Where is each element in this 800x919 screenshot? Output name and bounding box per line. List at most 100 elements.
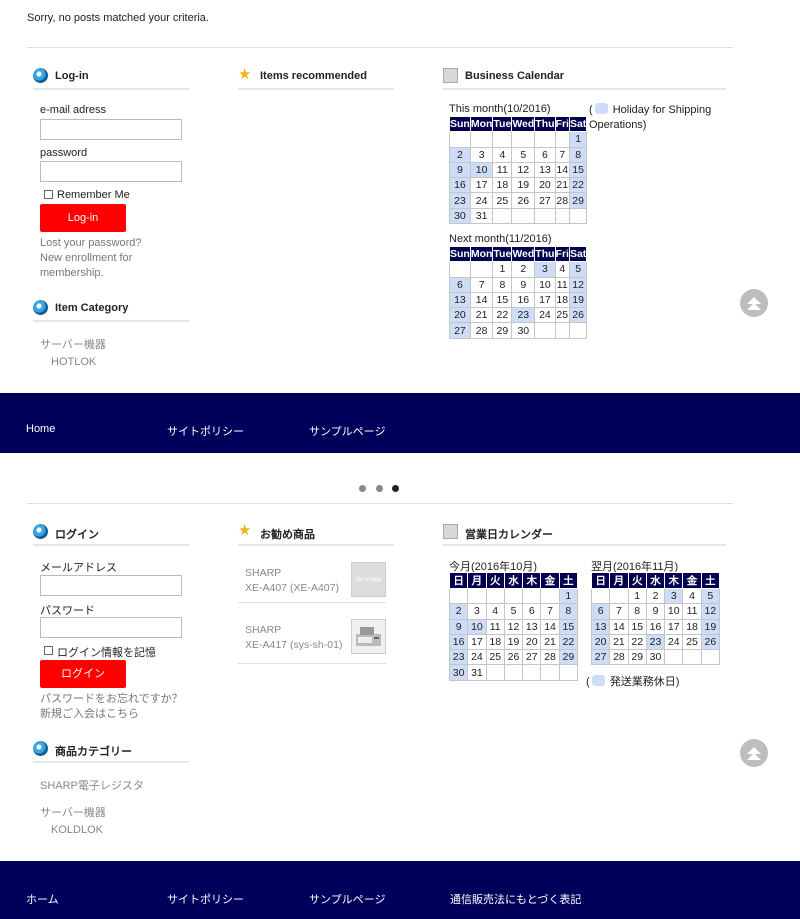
calendar-day: 12	[503, 618, 524, 635]
next-month-caption: Next month(11/2016)	[449, 233, 552, 245]
calendar-day: 27	[522, 649, 542, 666]
calendar-day: 21	[609, 633, 629, 651]
calendar-day: 17	[469, 177, 494, 194]
recommended-item[interactable]: SHARP XE-A407 (XE-A407) No Image	[238, 560, 386, 603]
calendar-day: 2	[448, 603, 469, 620]
footer-link-policy[interactable]: サイトポリシー	[167, 423, 244, 439]
footer-link-legal[interactable]: 通信販売法にもとづく表記	[450, 891, 581, 907]
weekday-header: 木	[522, 572, 542, 589]
email-field[interactable]	[40, 119, 182, 140]
calendar-day: 29	[558, 649, 579, 666]
calendar-empty-cell	[522, 587, 542, 605]
weekday-header: Fri	[554, 245, 570, 263]
calendar-empty-cell	[467, 587, 487, 605]
new-enrollment-link[interactable]: 新規ご入会はこちら	[40, 707, 139, 722]
category-link[interactable]: サーバー機器	[40, 804, 106, 820]
calendar-day: 19	[503, 633, 524, 651]
calendar-day: 1	[558, 587, 579, 605]
business-calendar-title: 営業日カレンダー	[443, 524, 726, 546]
calendar-empty-cell	[448, 587, 469, 605]
footer-link-sample[interactable]: サンプルページ	[309, 891, 385, 907]
calendar-day: 22	[558, 633, 579, 651]
calendar-day: 15	[492, 291, 513, 309]
footer-link-policy[interactable]: サイトポリシー	[167, 891, 244, 907]
calendar-day: 25	[554, 307, 570, 324]
remember-me-checkbox[interactable]	[44, 646, 53, 655]
calendar-day: 21	[554, 177, 570, 194]
calendar-empty-cell	[503, 587, 524, 605]
slider-dot[interactable]	[359, 485, 366, 492]
new-enrollment-link[interactable]: New enrollment for membership.	[40, 251, 132, 281]
category-link[interactable]: KOLDLOK	[51, 824, 103, 836]
calendar-day: 3	[534, 261, 556, 278]
calendar-day: 28	[540, 649, 560, 666]
calendar-empty-cell	[534, 322, 556, 339]
calendar-day: 14	[609, 618, 629, 635]
footer-link-home[interactable]: ホーム	[26, 891, 59, 907]
double-chevron-up-icon[interactable]	[740, 289, 768, 317]
login-widget-title: Log-in	[33, 68, 189, 90]
lost-password-link[interactable]: パスワードをお忘れですか？	[40, 692, 183, 707]
calendar-day: 2	[511, 261, 536, 278]
weekday-header: Tue	[492, 245, 513, 263]
calendar-day: 5	[568, 261, 588, 278]
category-link[interactable]: HOTLOK	[51, 356, 96, 368]
email-field[interactable]	[40, 575, 182, 596]
calendar-empty-cell	[568, 322, 588, 339]
calendar-empty-cell	[485, 587, 505, 605]
holiday-legend: ( 発送業務休日)	[586, 675, 680, 688]
calendar-day: 22	[627, 633, 647, 651]
calendar-day: 28	[469, 322, 494, 339]
calendar-day: 2	[449, 146, 471, 163]
no-posts-notice: Sorry, no posts matched your criteria.	[27, 12, 209, 24]
calendar-empty-cell	[554, 207, 570, 225]
calendar-day: 30	[511, 322, 536, 339]
weekday-header: Mon	[469, 115, 494, 133]
category-link[interactable]: サーバー機器	[40, 336, 106, 352]
calendar-day: 17	[467, 633, 487, 651]
login-widget-title: ログイン	[33, 524, 189, 546]
footer-link-home[interactable]: Home	[26, 423, 55, 435]
weekday-header: Wed	[511, 245, 536, 263]
lost-password-link[interactable]: Lost your password?	[40, 236, 142, 251]
calendar-empty-cell	[449, 261, 471, 278]
weekday-header: 日	[590, 572, 611, 589]
globe-icon	[33, 68, 48, 83]
calendar-empty-cell	[534, 131, 556, 148]
calendar-empty-cell	[682, 649, 702, 666]
calendar-icon	[443, 68, 458, 83]
calendar-empty-cell	[554, 322, 570, 339]
calendar-empty-cell	[469, 261, 494, 278]
login-button[interactable]: Log-in	[40, 204, 126, 232]
remember-me-label: ログイン情報を記憶	[57, 647, 156, 659]
calendar-day: 2	[645, 587, 666, 605]
this-month-caption: This month(10/2016)	[449, 103, 551, 115]
calendar-day: 14	[540, 618, 560, 635]
slider-dot-active[interactable]	[392, 485, 399, 492]
weekday-header: Wed	[511, 115, 536, 133]
calendar-day: 11	[682, 603, 702, 620]
slider-dot[interactable]	[376, 485, 383, 492]
calendar-day: 23	[645, 633, 666, 651]
calendar-day: 10	[664, 603, 684, 620]
business-calendar-title: Business Calendar	[443, 68, 726, 90]
product-thumbnail[interactable]	[351, 619, 386, 654]
double-chevron-up-icon[interactable]	[740, 739, 768, 767]
calendar-day: 14	[469, 291, 494, 309]
calendar-day: 16	[645, 618, 666, 635]
calendar-day: 20	[449, 307, 471, 324]
footer-link-sample[interactable]: サンプルページ	[309, 423, 385, 439]
calendar-day: 11	[554, 276, 570, 293]
password-field[interactable]	[40, 161, 182, 182]
weekday-header: 月	[609, 572, 629, 589]
calendar-day: 9	[511, 276, 536, 293]
recommended-item[interactable]: SHARP XE-A417 (sys-sh-01)	[238, 617, 386, 664]
password-field[interactable]	[40, 617, 182, 638]
calendar-day: 11	[492, 161, 513, 179]
category-link[interactable]: SHARP電子レジスタ	[40, 777, 144, 793]
calendar-day: 29	[492, 322, 513, 339]
remember-me-checkbox[interactable]	[44, 190, 53, 199]
calendar-day: 26	[511, 192, 536, 209]
login-button[interactable]: ログイン	[40, 660, 126, 688]
product-thumbnail[interactable]: No Image	[351, 562, 386, 597]
